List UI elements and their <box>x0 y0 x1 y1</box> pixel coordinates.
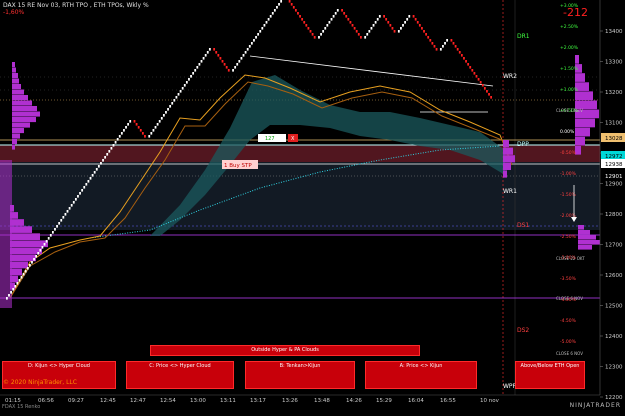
price-axis-label: 12700 <box>605 243 623 249</box>
buy-stop-label: 1 Buy STP <box>224 163 252 169</box>
dr1-label: DR1 <box>517 33 530 40</box>
outside-clouds-button[interactable]: Outside Hyper & PA Clouds <box>150 345 420 356</box>
price-axis-label: 13100 <box>605 121 623 127</box>
ninjatrader-logo: NINJATRADER <box>569 402 621 409</box>
time-axis-label: 10 nov <box>480 398 500 404</box>
price-hyper-cloud-button[interactable]: C: Price <> Hyper Cloud <box>126 361 234 389</box>
price-axis-label: 12400 <box>605 334 623 340</box>
chart-header: DAX 15 RE Nov 03, RTH TPO , ETH TPOs, Wk… <box>3 2 149 16</box>
time-axis-label: 16:55 <box>440 398 456 404</box>
close-label: CLOSE 6 NOV <box>556 351 583 356</box>
dpp-label: DPP <box>517 141 529 148</box>
close-label: CLOSE 13ocV <box>556 108 583 113</box>
ds2-label: DS2 <box>517 327 529 334</box>
pnl-value: -212 <box>563 6 588 19</box>
time-axis-label: 09:27 <box>68 398 84 404</box>
copyright: © 2020 NinjaTrader, LLC <box>3 379 77 386</box>
time-axis-label: 13:17 <box>250 398 266 404</box>
price-axis-label: 12600 <box>605 273 623 279</box>
time-axis-label: 06:56 <box>38 398 54 404</box>
ds1-label: DS1 <box>517 222 529 229</box>
percent-label: -4.50% <box>560 318 577 324</box>
dark-zone <box>0 162 600 230</box>
percent-label: +2.00% <box>560 45 579 51</box>
percent-label: +1.00% <box>560 87 579 93</box>
time-axis-label: 13:48 <box>314 398 330 404</box>
close-label: CLOSE 22 OKT <box>556 256 585 261</box>
price-axis-label: 12300 <box>605 365 623 371</box>
time-axis-label: 12:47 <box>130 398 146 404</box>
order-quantity-label: 127 <box>265 136 275 142</box>
footer-instrument: FDAX 15 Renko <box>2 404 41 410</box>
percent-label: -2.50% <box>560 234 577 240</box>
time-axis-label: 16:04 <box>408 398 424 404</box>
wr1-label: WR1 <box>503 188 517 195</box>
percent-label: -3.50% <box>560 276 577 282</box>
time-axis-label: 13:26 <box>282 398 298 404</box>
time-axis-label: 12:45 <box>100 398 116 404</box>
price-axis-label: 12800 <box>605 212 623 218</box>
wr2-label: WR2 <box>503 73 517 80</box>
close-icon: X <box>291 136 295 142</box>
time-axis-label: 15:29 <box>376 398 392 404</box>
percent-label: +1.50% <box>560 66 579 72</box>
chart-area[interactable]: +3.00% +2.50% +2.00% +1.50% +1.00% +0.50% 0.00… <box>0 0 625 412</box>
percent-label: -1.00% <box>560 171 577 177</box>
percent-label: -0.50% <box>560 150 577 156</box>
price-axis-label: 12900 <box>605 182 623 188</box>
time-axis-label: 13:00 <box>190 398 206 404</box>
price-axis-label: 13300 <box>605 60 623 66</box>
price-axis-label: 13200 <box>605 90 623 96</box>
price-kijun-button[interactable]: A: Price <> Kijun <box>365 361 477 389</box>
price-axis-label: 13400 <box>605 29 623 35</box>
instrument-title: DAX 15 RE Nov 03, RTH TPO , ETH TPOs, Wk… <box>3 2 149 9</box>
time-axis-label: 14:26 <box>346 398 362 404</box>
price-axis-label: 12200 <box>605 395 623 401</box>
price-box-label: 12901 <box>605 174 623 180</box>
price-box-label: 13028 <box>605 136 623 142</box>
weekly-percent: -1,60% <box>3 9 25 16</box>
close-label: CLOSE 6 NOV <box>556 296 583 301</box>
percent-label: 0.00% <box>560 129 575 135</box>
eth-open-button[interactable]: Above/Below ETH Open <box>515 361 585 389</box>
time-axis-label: 13:11 <box>220 398 236 404</box>
percent-label: -5.00% <box>560 339 577 345</box>
percent-label: +2.50% <box>560 24 579 30</box>
time-axis-label: 12:54 <box>160 398 176 404</box>
tenkan-kijun-button[interactable]: B: Tenkan>Kijun <box>245 361 355 389</box>
price-box-label: 12938 <box>605 162 623 168</box>
price-axis-label: 12500 <box>605 304 623 310</box>
